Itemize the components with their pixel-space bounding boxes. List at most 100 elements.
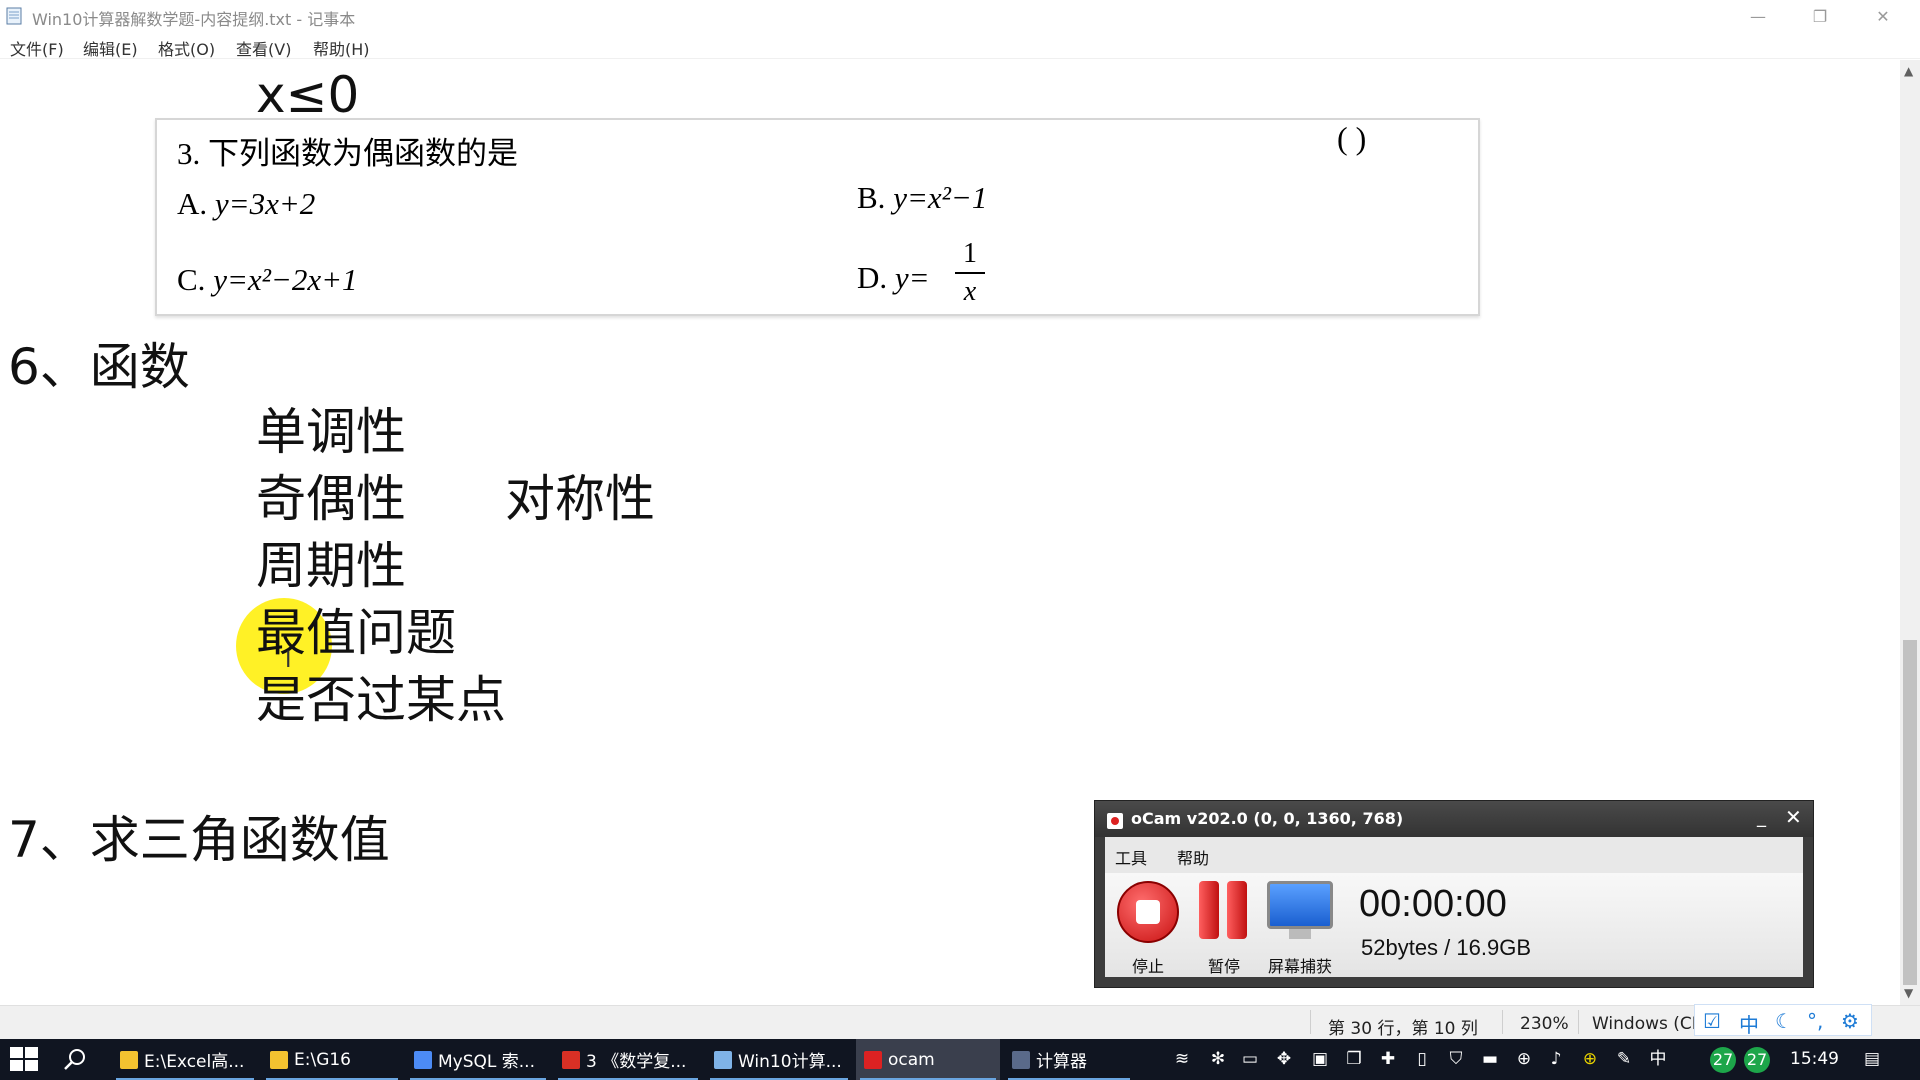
option-d: D. y= — [857, 260, 930, 296]
window-icon[interactable]: ❐ — [1344, 1049, 1364, 1069]
pen-icon[interactable]: ✎ — [1614, 1049, 1634, 1069]
ocam-minimize-button[interactable]: _ — [1757, 807, 1766, 828]
close-button[interactable]: ✕ — [1852, 0, 1914, 32]
option-d-prefix: D. — [857, 260, 895, 295]
ocam-title: oCam v202.0 (0, 0, 1360, 768) — [1131, 809, 1404, 828]
taskbar-app[interactable]: ocam — [856, 1039, 1000, 1080]
windows-start-icon[interactable] — [10, 1047, 40, 1073]
wifi-icon[interactable]: ≋ — [1172, 1049, 1192, 1069]
message-icon[interactable]: ▭ — [1240, 1049, 1260, 1069]
ime-punct-icon[interactable]: °, — [1807, 1009, 1823, 1033]
vertical-scrollbar[interactable]: ▲ ▼ — [1900, 60, 1920, 1005]
menu-file[interactable]: 文件(F) — [10, 36, 64, 60]
item-parity: 奇偶性 — [256, 470, 406, 528]
notepad-icon — [6, 7, 22, 25]
fraction-denominator: x — [963, 276, 977, 307]
stop-label: 停止 — [1131, 957, 1164, 976]
taskbar-app-label: ocam — [888, 1049, 935, 1070]
question-image: 3. 下列函数为偶函数的是 ( ) A. y=3x+2 B. y=x²−1 C.… — [155, 118, 1480, 316]
network-icon[interactable]: ✻ — [1208, 1049, 1228, 1069]
question-title: 3. 下列函数为偶函数的是 — [177, 136, 518, 171]
taskbar: E:\Excel高... E:\G16 MySQL 索... 3 《数学复... Win… — [0, 1039, 1920, 1080]
recording-timer: 00:00:00 — [1359, 883, 1507, 925]
scrollbar-thumb[interactable] — [1903, 640, 1917, 985]
ocam-close-button[interactable]: ✕ — [1785, 805, 1802, 829]
menu-edit[interactable]: 编辑(E) — [83, 36, 138, 60]
section-7-heading: 7、求三角函数值 — [8, 811, 390, 869]
taskbar-app-label: Win10计算... — [738, 1052, 842, 1072]
ime-checkbox-icon[interactable]: ☑ — [1703, 1009, 1721, 1033]
search-icon[interactable] — [62, 1047, 88, 1073]
title-bar: Win10计算器解数学题-内容提纲.txt - 记事本 — ❐ ✕ — [0, 0, 1920, 32]
pause-icon — [1199, 881, 1253, 943]
move-icon[interactable]: ✥ — [1274, 1049, 1294, 1069]
ime-language[interactable]: 中 — [1648, 1049, 1668, 1069]
zoom-level: 230% — [1520, 1014, 1569, 1034]
usb-icon[interactable]: ▯ — [1412, 1049, 1432, 1069]
menu-view[interactable]: 查看(V) — [236, 36, 291, 60]
maximize-button[interactable]: ❐ — [1789, 0, 1851, 32]
taskbar-app-label: 计算器 — [1036, 1052, 1087, 1072]
globe-icon[interactable]: ⊕ — [1514, 1049, 1534, 1069]
ocam-window: oCam v202.0 (0, 0, 1360, 768) _ ✕ 工具 帮助 … — [1094, 800, 1814, 988]
ocam-menu-bar: 工具 帮助 — [1105, 837, 1803, 873]
chrome-icon — [414, 1050, 432, 1069]
plus-circle-icon[interactable]: ⊕ — [1580, 1049, 1600, 1069]
option-a: A. y=3x+2 — [177, 186, 315, 222]
folder-icon — [270, 1050, 288, 1069]
option-b-expr: y=x²−1 — [893, 180, 988, 215]
taskbar-app[interactable]: MySQL 索... — [406, 1039, 550, 1080]
menu-format[interactable]: 格式(O) — [158, 36, 215, 60]
ime-moon-icon[interactable]: ☾ — [1775, 1009, 1793, 1033]
status-divider — [1502, 1010, 1503, 1034]
scroll-up-icon[interactable]: ▲ — [1904, 64, 1913, 78]
minimize-button[interactable]: — — [1727, 0, 1789, 32]
cursor-position: 第 30 行，第 10 列 — [1328, 1019, 1478, 1039]
taskbar-app[interactable]: E:\G16 — [262, 1039, 402, 1080]
window-title: Win10计算器解数学题-内容提纲.txt - 记事本 — [32, 10, 356, 29]
notification-icon[interactable]: ▤ — [1862, 1049, 1882, 1069]
status-bar: 第 30 行，第 10 列 230% Windows (CR — [0, 1005, 1920, 1039]
text-line-x-le-0: x≤0 — [256, 66, 360, 124]
recording-size: 52bytes / 16.9GB — [1361, 935, 1531, 960]
badge-27-left[interactable]: 27 — [1710, 1047, 1736, 1073]
option-a-expr: y=3x+2 — [214, 186, 316, 221]
taskbar-app[interactable]: Win10计算... — [706, 1039, 852, 1080]
scroll-down-icon[interactable]: ▼ — [1904, 986, 1913, 1000]
menu-help[interactable]: 帮助(H) — [313, 36, 370, 60]
ocam-menu-help[interactable]: 帮助 — [1177, 845, 1209, 869]
ocam-icon — [864, 1050, 882, 1069]
option-c-expr: y=x²−2x+1 — [213, 262, 358, 297]
taskbar-app[interactable]: 计算器 — [1004, 1039, 1134, 1080]
monitor-tray-icon[interactable]: ▣ — [1310, 1049, 1330, 1069]
item-monotonicity: 单调性 — [256, 403, 406, 461]
taskbar-app[interactable]: E:\Excel高... — [112, 1039, 258, 1080]
stop-icon — [1117, 881, 1179, 943]
taskbar-app-label: MySQL 索... — [438, 1052, 535, 1072]
battery-icon[interactable]: ▬ — [1480, 1049, 1500, 1069]
taskbar-app-label: E:\Excel高... — [144, 1052, 245, 1072]
shield-icon[interactable]: ⛉ — [1446, 1049, 1466, 1069]
text-cursor-icon: I — [285, 648, 292, 673]
wps-icon — [562, 1050, 580, 1069]
ime-mode[interactable]: 中 — [1739, 1009, 1759, 1038]
pin-icon[interactable]: ✚ — [1378, 1049, 1398, 1069]
menu-bar: 文件(F) 编辑(E) 格式(O) 查看(V) 帮助(H) — [0, 33, 1920, 59]
option-c-prefix: C. — [177, 262, 214, 297]
notepad-icon — [714, 1050, 732, 1069]
answer-parentheses: ( ) — [1337, 120, 1367, 156]
badge-27-right[interactable]: 27 — [1744, 1047, 1770, 1073]
ocam-menu-tools[interactable]: 工具 — [1115, 845, 1147, 869]
taskbar-app[interactable]: 3 《数学复... — [554, 1039, 702, 1080]
ocam-logo-icon — [1107, 813, 1123, 829]
ime-toolbar: ☑ 中 ☾ °, ⚙ — [1694, 1004, 1872, 1038]
status-divider — [1310, 1010, 1311, 1034]
ocam-title-bar: oCam v202.0 (0, 0, 1360, 768) _ ✕ — [1095, 801, 1813, 837]
fraction-numerator: 1 — [963, 238, 977, 269]
option-a-prefix: A. — [177, 186, 215, 221]
fraction-bar — [955, 272, 985, 274]
taskbar-clock[interactable]: 15:49 — [1790, 1049, 1839, 1069]
taskbar-app-label: E:\G16 — [294, 1049, 352, 1070]
ime-settings-icon[interactable]: ⚙ — [1841, 1009, 1859, 1033]
volume-icon[interactable]: ♪ — [1546, 1049, 1566, 1069]
